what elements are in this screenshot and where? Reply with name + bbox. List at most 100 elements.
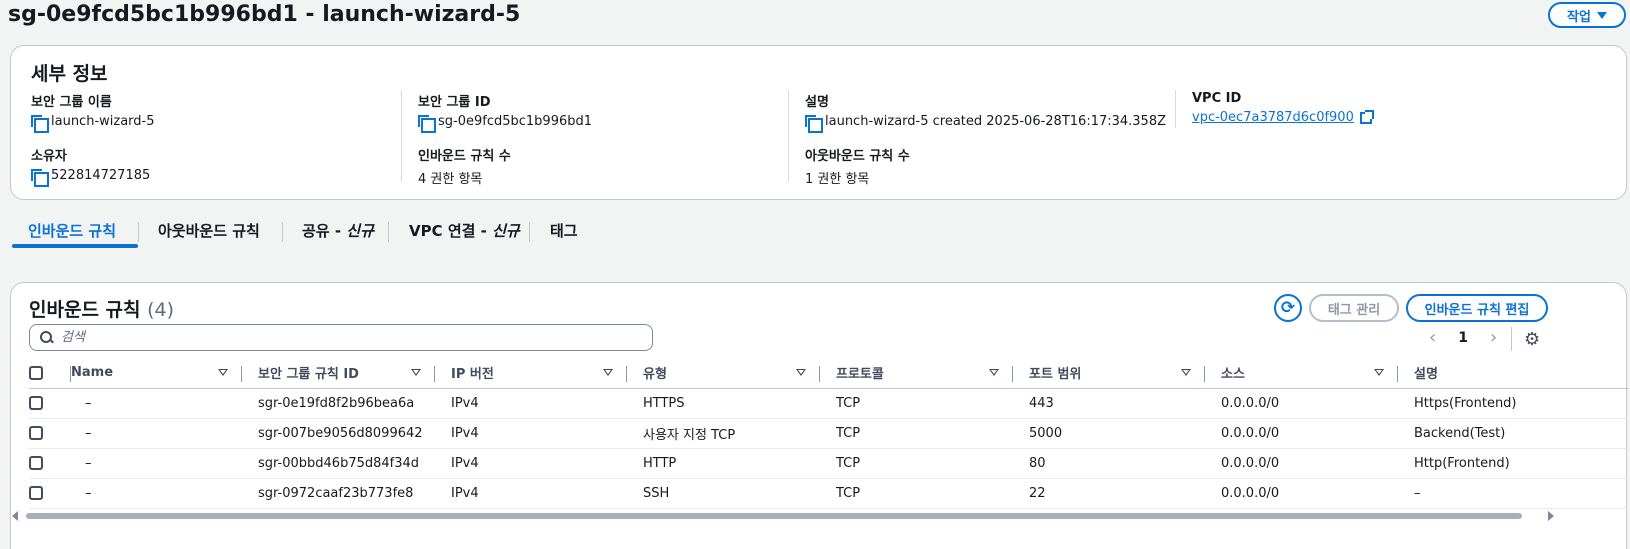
column-header-type[interactable]: 유형 [627, 358, 820, 389]
refresh-button[interactable]: ⟳ [1274, 294, 1302, 322]
divider [1511, 327, 1512, 351]
cell-ip-version: IPv4 [435, 448, 627, 479]
cell-source: 0.0.0.0/0 [1205, 388, 1398, 419]
table-row[interactable]: – sgr-0e19fd8f2b96bea6a IPv4 HTTPS TCP 4… [29, 388, 1629, 419]
cell-ip-version: IPv4 [435, 418, 627, 449]
manage-tags-button[interactable]: 태그 관리 [1309, 294, 1399, 322]
cell-rule-id: sgr-0972caaf23b773fe8 [242, 478, 435, 509]
row-checkbox[interactable] [29, 426, 43, 440]
field-value: sg-0e9fcd5bc1b996bd1 [438, 114, 593, 129]
sort-icon[interactable] [796, 369, 806, 377]
page-number[interactable]: 1 [1458, 330, 1468, 346]
cell-rule-id: sgr-0e19fd8f2b96bea6a [242, 388, 435, 419]
details-title: 세부 정보 [31, 63, 108, 85]
column-label: 소스 [1221, 367, 1245, 383]
cell-protocol: TCP [820, 418, 1013, 449]
new-badge: 신규 [346, 222, 374, 240]
cell-source: 0.0.0.0/0 [1205, 418, 1398, 449]
edit-inbound-rules-button[interactable]: 인바운드 규칙 편집 [1406, 294, 1548, 322]
horizontal-scrollbar[interactable] [10, 509, 1627, 523]
row-checkbox[interactable] [29, 396, 43, 410]
sort-icon[interactable] [989, 369, 999, 377]
copy-icon[interactable] [805, 114, 823, 133]
column-label: Name [71, 365, 114, 381]
tab-vpc-associations[interactable]: VPC 연결 - 신규 [409, 220, 520, 241]
sort-icon[interactable] [218, 369, 228, 377]
next-page-icon[interactable]: › [1490, 327, 1497, 348]
tab-bar: 인바운드 규칙 아웃바운드 규칙 공유 - 신규 VPC 연결 - 신규 태그 [10, 214, 1620, 250]
actions-button[interactable]: 작업 [1548, 2, 1626, 28]
divider [401, 90, 402, 182]
tab-tags[interactable]: 태그 [550, 220, 578, 241]
table-row[interactable]: – sgr-00bbd46b75d84f34d IPv4 HTTP TCP 80… [29, 448, 1629, 479]
search-box[interactable] [29, 324, 653, 351]
vpc-id-link[interactable]: vpc-0ec7a3787d6c0f900 [1192, 110, 1354, 125]
field-value: 4 권한 항목 [418, 172, 483, 187]
cell-protocol: TCP [820, 388, 1013, 419]
select-all-cell [29, 358, 71, 389]
cell-port-range: 5000 [1013, 418, 1205, 449]
column-header-rule-id[interactable]: 보안 그룹 규칙 ID [242, 358, 435, 389]
cell-source: 0.0.0.0/0 [1205, 478, 1398, 509]
column-header-port-range[interactable]: 포트 범위 [1013, 358, 1205, 389]
column-label: IP 버전 [451, 367, 494, 383]
cell-name: – [71, 388, 242, 419]
sort-icon[interactable] [1374, 369, 1384, 377]
cell-ip-version: IPv4 [435, 478, 627, 509]
tab-divider [282, 222, 283, 242]
column-header-ip-version[interactable]: IP 버전 [435, 358, 627, 389]
tab-sharing[interactable]: 공유 - 신규 [302, 220, 374, 241]
cell-port-range: 443 [1013, 388, 1205, 419]
table-row[interactable]: – sgr-0972caaf23b773fe8 IPv4 SSH TCP 22 … [29, 478, 1629, 509]
scroll-left-icon[interactable] [12, 511, 18, 521]
sort-icon[interactable] [1181, 369, 1191, 377]
tab-outbound-rules[interactable]: 아웃바운드 규칙 [158, 220, 260, 241]
field-key: 설명 [805, 95, 829, 110]
rules-header: 인바운드 규칙 (4) [29, 295, 174, 322]
actions-label: 작업 [1567, 9, 1591, 25]
cell-name: – [71, 478, 242, 509]
field-value: 1 권한 항목 [805, 172, 870, 187]
copy-icon[interactable] [31, 114, 49, 133]
copy-icon[interactable] [31, 168, 49, 187]
cell-description: Backend(Test) [1398, 418, 1629, 449]
table-header-row: Name 보안 그룹 규칙 ID IP 버전 유형 프로토콜 포트 범위 소스 … [29, 358, 1629, 389]
field-owner: 소유자 522814727185 [31, 145, 150, 187]
tab-inbound-rules[interactable]: 인바운드 규칙 [28, 220, 116, 241]
sort-icon[interactable] [603, 369, 613, 377]
field-key: 인바운드 규칙 수 [418, 149, 511, 164]
field-vpc-id: VPC ID vpc-0ec7a3787d6c0f900 [1192, 91, 1374, 125]
prev-page-icon[interactable]: ‹ [1429, 327, 1436, 348]
row-checkbox[interactable] [29, 486, 43, 500]
field-description: 설명 launch-wizard-5 created 2025-06-28T16… [805, 91, 1166, 133]
row-checkbox[interactable] [29, 456, 43, 470]
field-sg-id: 보안 그룹 ID sg-0e9fcd5bc1b996bd1 [418, 91, 593, 133]
cell-name: – [71, 448, 242, 479]
cell-description: Http(Frontend) [1398, 448, 1629, 479]
copy-icon[interactable] [418, 114, 436, 133]
new-badge: 신규 [492, 222, 520, 240]
page-title: sg-0e9fcd5bc1b996bd1 - launch-wizard-5 [8, 2, 521, 27]
column-header-protocol[interactable]: 프로토콜 [820, 358, 1013, 389]
tab-divider [388, 222, 389, 242]
select-all-checkbox[interactable] [29, 365, 43, 380]
search-input[interactable] [61, 330, 621, 345]
details-panel: 세부 정보 보안 그룹 이름 launch-wizard-5 보안 그룹 ID … [10, 45, 1627, 200]
column-header-description[interactable]: 설명 [1398, 358, 1629, 389]
sort-icon[interactable] [411, 369, 421, 377]
cell-type: HTTPS [627, 388, 820, 419]
column-header-source[interactable]: 소스 [1205, 358, 1398, 389]
cell-description: Https(Frontend) [1398, 388, 1629, 419]
cell-source: 0.0.0.0/0 [1205, 448, 1398, 479]
gear-icon[interactable]: ⚙ [1524, 329, 1540, 350]
external-link-icon[interactable] [1359, 109, 1374, 124]
refresh-icon: ⟳ [1280, 298, 1296, 318]
column-header-name[interactable]: Name [71, 358, 242, 389]
column-label: 설명 [1414, 367, 1438, 383]
scrollbar-thumb[interactable] [26, 513, 1522, 519]
cell-rule-id: sgr-007be9056d8099642 [242, 418, 435, 449]
table-row[interactable]: – sgr-007be9056d8099642 IPv4 사용자 지정 TCP … [29, 418, 1629, 449]
cell-name: – [71, 418, 242, 449]
scroll-right-icon[interactable] [1548, 511, 1554, 521]
divider [1175, 90, 1176, 128]
